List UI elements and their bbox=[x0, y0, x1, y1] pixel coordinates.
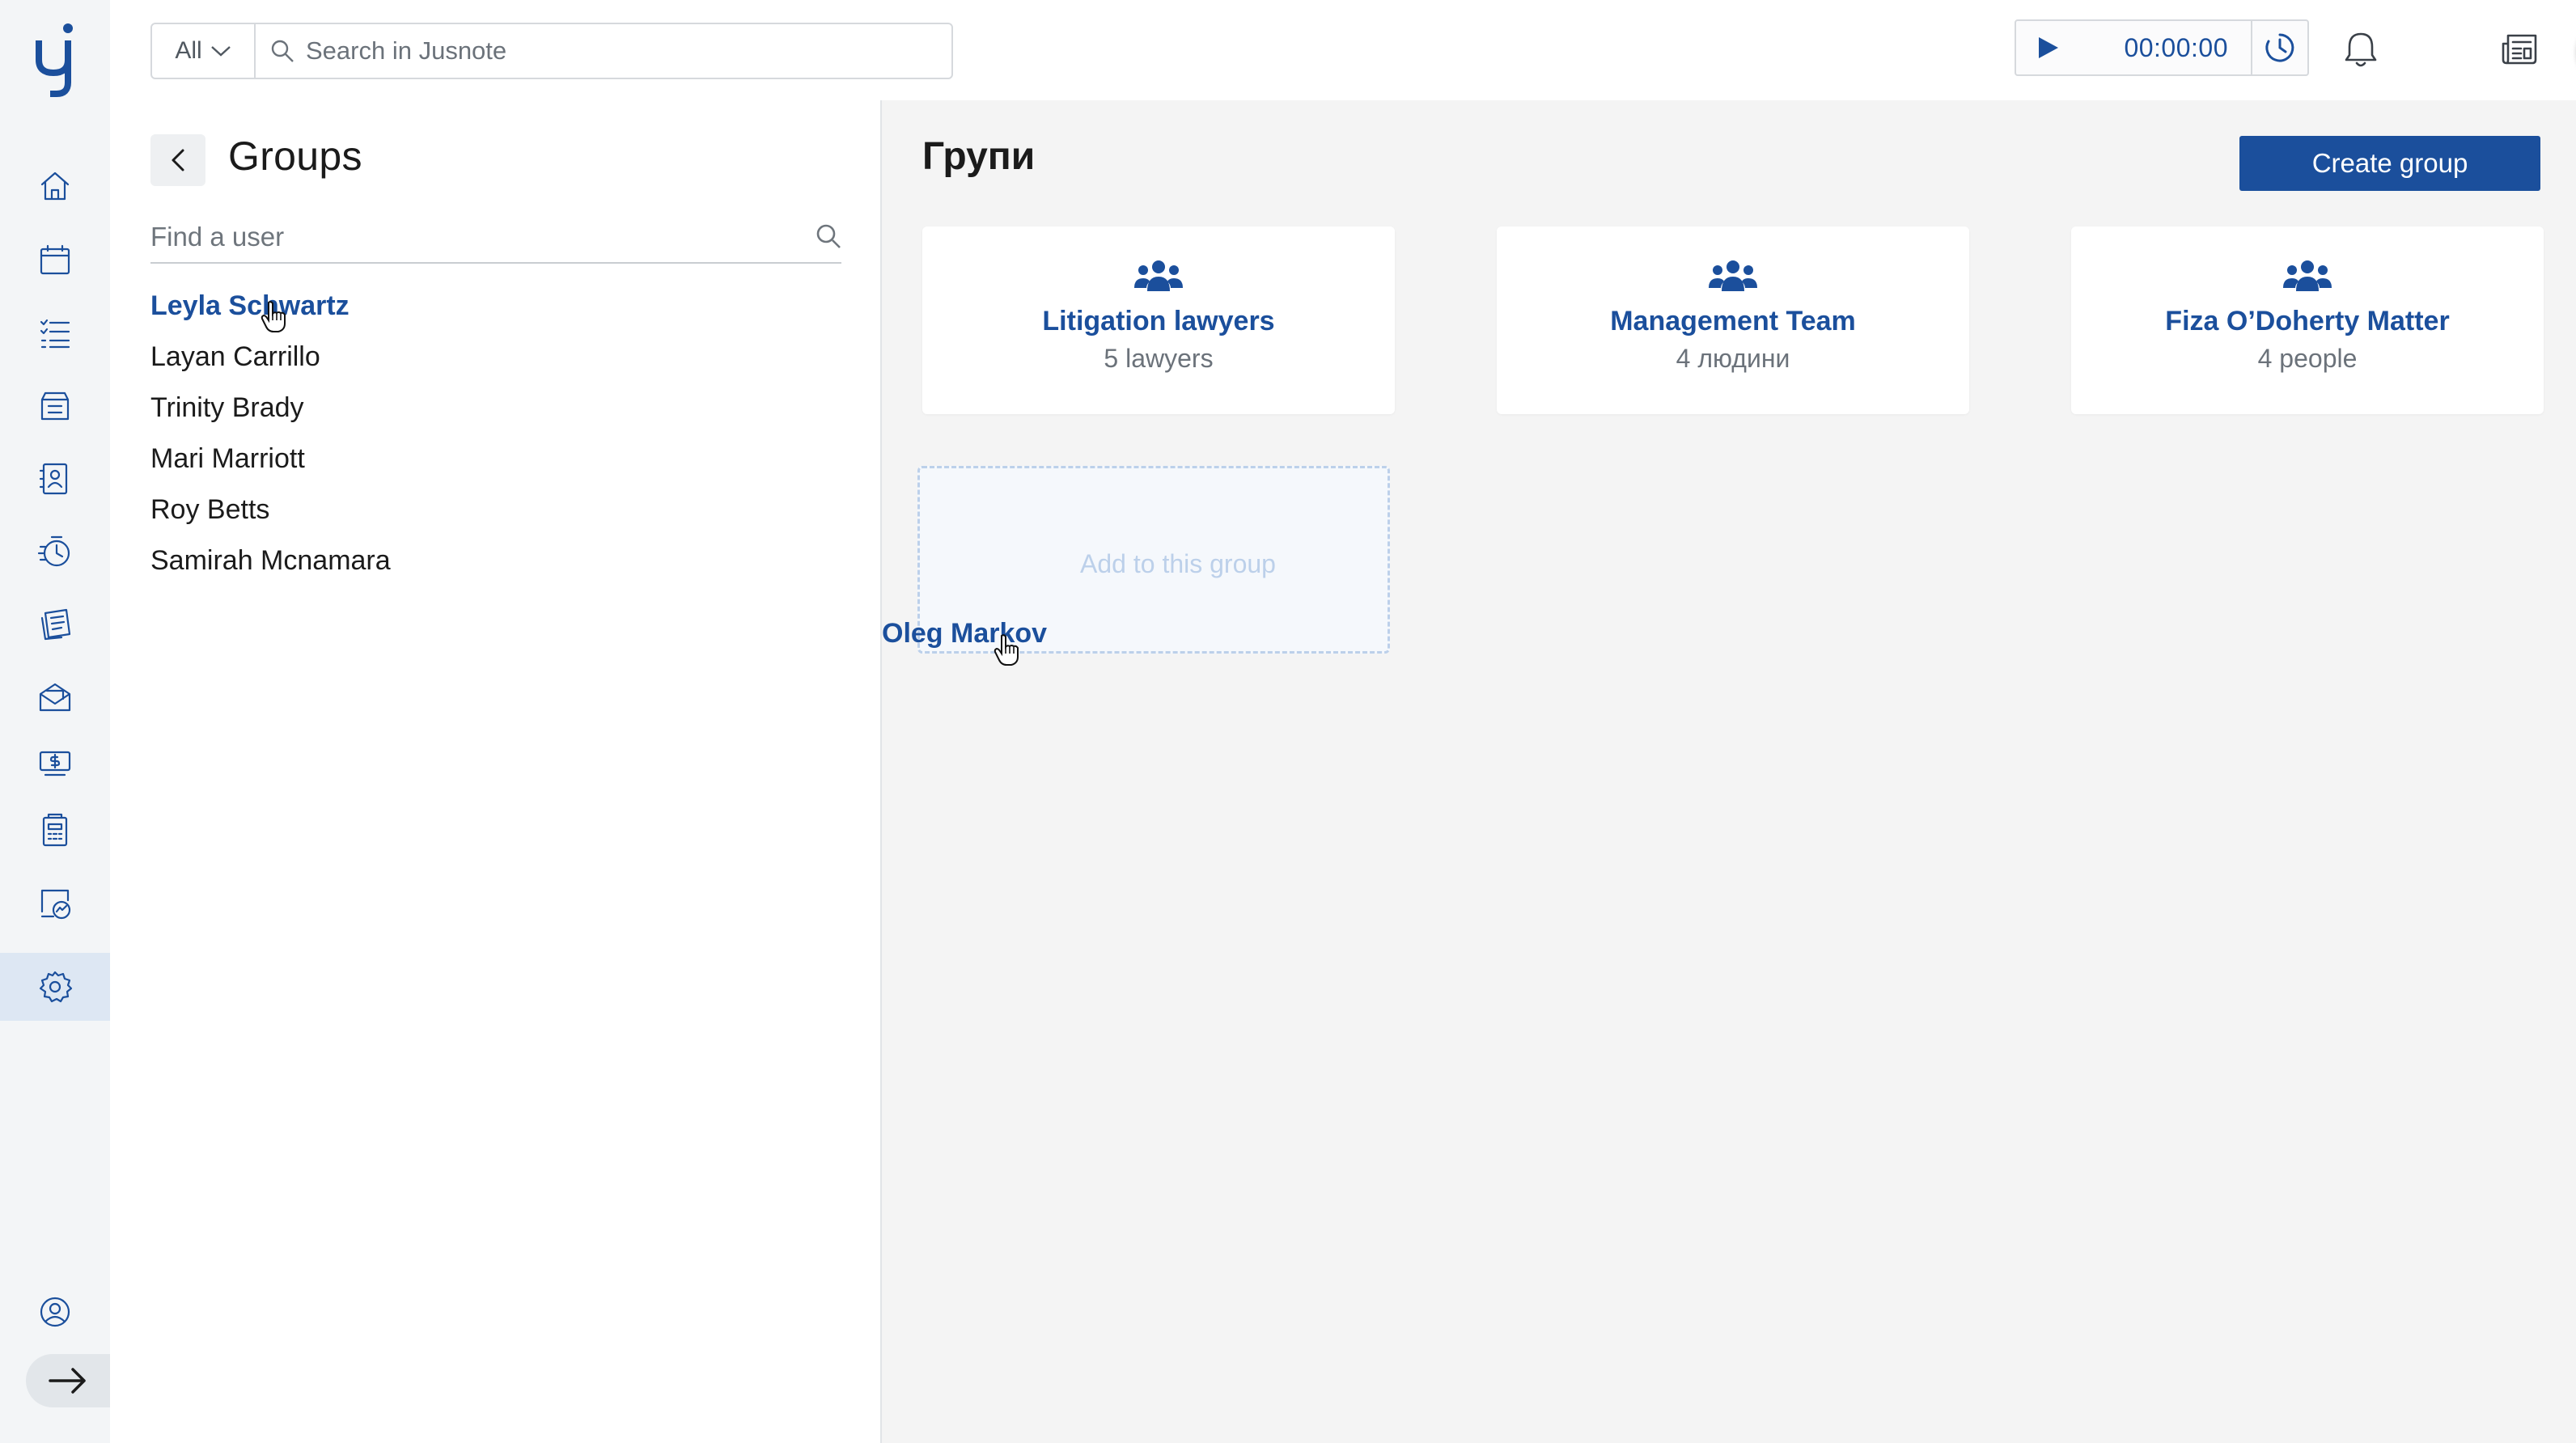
group-name: Fiza O’Doherty Matter bbox=[2165, 306, 2450, 336]
expand-arrow-icon bbox=[49, 1368, 86, 1394]
users-group-icon bbox=[1709, 260, 1757, 291]
page-title: Групи bbox=[922, 135, 1036, 178]
global-search: All bbox=[150, 23, 953, 79]
contacts-icon bbox=[39, 463, 68, 495]
chevron-left-icon bbox=[172, 149, 184, 171]
nav-matters[interactable] bbox=[0, 372, 110, 440]
nav-payments[interactable] bbox=[0, 728, 110, 796]
nav-tasks[interactable] bbox=[0, 299, 110, 367]
settings-icon bbox=[39, 971, 73, 1003]
group-name: Litigation lawyers bbox=[1042, 306, 1275, 336]
users-panel: Groups Leyla Schwartz Layan Carrillo Tri… bbox=[110, 100, 882, 1443]
nav-profile[interactable] bbox=[0, 1278, 110, 1346]
search-icon bbox=[271, 40, 294, 62]
user-list-item[interactable]: Samirah Mcnamara bbox=[150, 535, 391, 586]
group-member-count: 5 lawyers bbox=[1104, 344, 1214, 373]
nav-reports[interactable] bbox=[0, 870, 110, 937]
nav-accounting[interactable] bbox=[0, 797, 110, 865]
bell-icon bbox=[2345, 32, 2377, 67]
panel-title: Groups bbox=[228, 133, 362, 179]
group-member-count: 4 people bbox=[2257, 344, 2358, 373]
mail-icon bbox=[39, 683, 71, 712]
nav-rail bbox=[0, 0, 110, 1443]
notifications-button[interactable] bbox=[2343, 31, 2379, 68]
top-bar: All 00:00:00 bbox=[110, 0, 2576, 100]
tasks-icon bbox=[40, 319, 70, 349]
group-card-litigation-lawyers[interactable]: Litigation lawyers 5 lawyers bbox=[922, 226, 1395, 414]
calendar-icon bbox=[40, 244, 70, 275]
dragged-user-label[interactable]: Oleg Markov bbox=[882, 618, 1047, 650]
search-icon[interactable] bbox=[816, 223, 841, 249]
home-icon bbox=[40, 171, 70, 201]
user-search bbox=[150, 212, 841, 264]
group-name: Management Team bbox=[1610, 306, 1856, 336]
hand-cursor-icon bbox=[261, 301, 286, 332]
search-field bbox=[256, 24, 951, 78]
news-button[interactable] bbox=[2500, 32, 2539, 66]
users-group-icon bbox=[1134, 260, 1183, 291]
history-icon bbox=[2265, 33, 2294, 62]
user-search-input[interactable] bbox=[150, 222, 790, 252]
nav-settings[interactable] bbox=[0, 953, 110, 1021]
users-group-icon bbox=[2283, 260, 2332, 291]
search-scope-label: All bbox=[175, 37, 202, 64]
timer[interactable]: 00:00:00 bbox=[2015, 19, 2252, 76]
user-list-item[interactable]: Mari Marriott bbox=[150, 433, 391, 484]
global-search-input[interactable] bbox=[306, 36, 937, 66]
nav-contacts[interactable] bbox=[0, 445, 110, 513]
search-scope-dropdown[interactable]: All bbox=[152, 24, 256, 78]
accounting-icon bbox=[42, 813, 68, 847]
time-tracking-icon bbox=[37, 535, 70, 567]
bills-icon bbox=[40, 608, 71, 641]
jusnote-logo[interactable] bbox=[32, 23, 78, 97]
nav-bills[interactable] bbox=[0, 590, 110, 658]
hand-cursor-icon bbox=[994, 634, 1019, 666]
user-list-item[interactable]: Trinity Brady bbox=[150, 382, 391, 433]
payments-icon bbox=[39, 751, 71, 777]
nav-calendar[interactable] bbox=[0, 226, 110, 294]
newspaper-icon bbox=[2502, 34, 2537, 65]
matters-icon bbox=[40, 391, 70, 421]
nav-mail[interactable] bbox=[0, 663, 110, 731]
timer-history-button[interactable] bbox=[2251, 19, 2309, 76]
group-member-count: 4 людини bbox=[1676, 344, 1790, 373]
profile-icon bbox=[40, 1297, 70, 1327]
expand-nav-button[interactable] bbox=[26, 1354, 110, 1407]
play-icon[interactable] bbox=[2036, 36, 2060, 60]
create-group-button[interactable]: Create group bbox=[2239, 136, 2540, 191]
user-list-item[interactable]: Layan Carrillo bbox=[150, 331, 391, 382]
group-card-management-team[interactable]: Management Team 4 людини bbox=[1497, 226, 1969, 414]
reports-icon bbox=[40, 889, 71, 920]
group-card-fiza-odoherty-matter[interactable]: Fiza O’Doherty Matter 4 people bbox=[2071, 226, 2544, 414]
groups-main: Групи Create group Litigation lawyers 5 … bbox=[882, 100, 2576, 1443]
back-button[interactable] bbox=[150, 134, 205, 186]
timer-value: 00:00:00 bbox=[2124, 32, 2228, 62]
nav-time-tracking[interactable] bbox=[0, 518, 110, 586]
user-list-item[interactable]: Roy Betts bbox=[150, 484, 391, 535]
chevron-down-icon bbox=[210, 46, 231, 57]
nav-home[interactable] bbox=[0, 152, 110, 220]
drop-zone-label: Add to this group bbox=[1080, 548, 1276, 578]
